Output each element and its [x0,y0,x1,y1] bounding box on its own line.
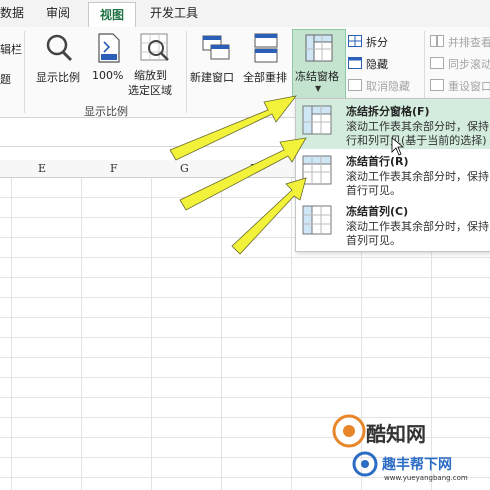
annotation-arrows [169,95,405,255]
arrow-to-freeze-button [169,95,297,161]
mouse-cursor-icon [391,137,405,156]
watermark-url: www.yueyangbang.com [384,474,468,482]
watermark-brand-2: 趣丰帮下网 [382,457,452,473]
watermark-logo2-icon [352,451,378,477]
watermark-logo-icon [332,414,366,448]
arrow-to-freeze-top-row-item [231,177,307,255]
watermark-brand: 酷知网 [366,422,426,446]
